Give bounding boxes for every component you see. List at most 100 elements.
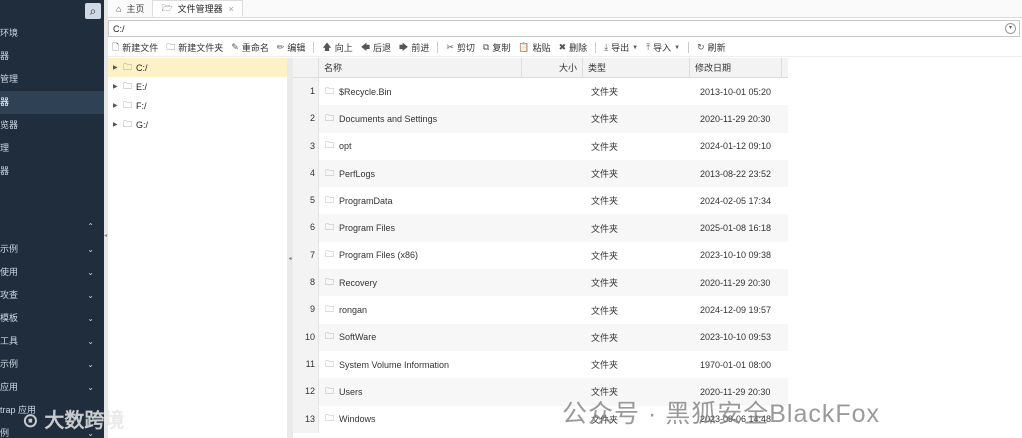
- nav-search-bar: ⌕: [0, 0, 104, 22]
- arrow-up-button[interactable]: 🡅 向上: [322, 40, 352, 56]
- folder-open-icon: 🗁: [161, 2, 173, 13]
- file-date: 2025-01-08 16:18: [700, 223, 772, 234]
- nav-item[interactable]: 器: [0, 45, 104, 68]
- file-name-cell[interactable]: 🗀 Users: [319, 384, 522, 400]
- expand-arrow-icon[interactable]: ▶: [113, 121, 121, 128]
- header-row-number: [293, 58, 319, 78]
- nav-group[interactable]: 模板 ⌄: [0, 307, 104, 330]
- file-name-cell[interactable]: 🗀 $Recycle.Bin: [319, 84, 522, 100]
- expand-arrow-icon[interactable]: ▶: [113, 64, 121, 71]
- nav-group[interactable]: ⌃: [0, 215, 104, 238]
- file-name-cell[interactable]: 🗀 System Volume Information: [319, 357, 522, 373]
- header-size[interactable]: 大小: [522, 58, 583, 78]
- table-row[interactable]: 5 🗀 ProgramData 文件夹 2024-02-05 17:34: [293, 187, 788, 215]
- export-button[interactable]: ⤓ 导出 ▼: [604, 41, 638, 54]
- file-name-cell[interactable]: 🗀 Recovery: [319, 275, 522, 291]
- folder-icon: 🗀: [123, 61, 133, 72]
- tab-label: 主页: [126, 4, 145, 14]
- table-row[interactable]: 6 🗀 Program Files 文件夹 2025-01-08 16:18: [293, 214, 788, 242]
- search-icon[interactable]: ⌕: [85, 3, 101, 19]
- table-row[interactable]: 8 🗀 Recovery 文件夹 2020-11-29 20:30: [293, 269, 788, 297]
- paste-button[interactable]: 📋 粘贴: [518, 41, 550, 54]
- table-row[interactable]: 11 🗀 System Volume Information 文件夹 1970-01-0…: [293, 350, 788, 379]
- chevron-up-icon[interactable]: ⌃: [87, 215, 94, 238]
- folder-icon: 🗀: [123, 118, 133, 129]
- delete-button[interactable]: ✖ 删除: [559, 41, 588, 54]
- nav-item[interactable]: 管理: [0, 68, 104, 91]
- nav-group[interactable]: 示例 ⌄: [0, 353, 104, 376]
- chevron-down-icon[interactable]: ⌄: [87, 261, 94, 284]
- refresh-button[interactable]: ↻ 刷新: [697, 41, 726, 54]
- nav-item[interactable]: 器: [0, 160, 104, 183]
- nav-item[interactable]: 览器: [0, 114, 104, 137]
- table-row[interactable]: 7 🗀 Program Files (x86) 文件夹 2023-10-10 09:38: [293, 241, 788, 270]
- path-value: C:/: [113, 23, 125, 34]
- close-icon[interactable]: ×: [229, 4, 234, 14]
- new-folder-button[interactable]: 🗀 新建文件夹: [166, 40, 223, 56]
- file-name-cell[interactable]: 🗀 Documents and Settings: [319, 111, 522, 127]
- file-name-cell[interactable]: 🗀 ProgramData: [319, 193, 522, 209]
- header-type[interactable]: 类型: [583, 58, 690, 78]
- header-date[interactable]: 修改日期: [690, 58, 782, 78]
- chevron-down-icon[interactable]: ▾: [1005, 23, 1016, 34]
- table-row[interactable]: 10 🗀 SoftWare 文件夹 2023-10-10 09:53: [293, 323, 788, 351]
- new-file-button[interactable]: 🗋 新建文件: [112, 40, 158, 56]
- chevron-down-icon[interactable]: ⌄: [87, 376, 94, 399]
- file-name-cell[interactable]: 🗀 opt: [319, 138, 522, 154]
- caret-down-icon[interactable]: ▼: [632, 45, 638, 51]
- table-row[interactable]: 3 🗀 opt 文件夹 2024-01-12 09:10: [293, 132, 788, 160]
- expand-arrow-icon[interactable]: ▶: [113, 102, 121, 109]
- nav-item[interactable]: 理: [0, 137, 104, 160]
- edit-button[interactable]: ✏ 编辑: [277, 41, 306, 54]
- arrow-right-button[interactable]: 🡆 前进: [399, 40, 429, 56]
- row-number: 8: [293, 269, 319, 297]
- arrow-left-button[interactable]: 🡄 后退: [361, 40, 391, 56]
- nav-group[interactable]: 应用 ⌄: [0, 376, 104, 399]
- tree-node[interactable]: ▶ 🗀 G:/: [108, 115, 287, 134]
- nav-group-label: 工具: [0, 336, 19, 346]
- chevron-down-icon[interactable]: ⌄: [87, 284, 94, 307]
- chevron-down-icon[interactable]: ⌄: [87, 307, 94, 330]
- file-type: 文件夹: [591, 250, 619, 261]
- tab-home[interactable]: ⌂ 主页: [108, 0, 152, 17]
- file-date: 2024-02-05 17:34: [700, 195, 772, 206]
- table-row[interactable]: 1 🗀 $Recycle.Bin 文件夹 2013-10-01 05:20: [293, 78, 788, 106]
- file-name: PerfLogs: [339, 168, 376, 179]
- file-name-cell[interactable]: 🗀 PerfLogs: [319, 166, 522, 182]
- tree-node[interactable]: ▶ 🗀 E:/: [108, 77, 287, 96]
- arrow-up-icon: 🡅: [322, 41, 332, 52]
- file-name-cell[interactable]: 🗀 rongan: [319, 302, 522, 318]
- file-name-cell[interactable]: 🗀 Windows: [319, 411, 522, 427]
- folder-icon: 🗀: [325, 331, 335, 342]
- tree-node[interactable]: ▶ 🗀 F:/: [108, 96, 287, 115]
- chevron-down-icon[interactable]: ⌄: [87, 330, 94, 353]
- import-button[interactable]: ⤒ 导入 ▼: [646, 41, 680, 54]
- expand-arrow-icon[interactable]: ▶: [113, 83, 121, 90]
- cut-button[interactable]: ✂ 剪切: [446, 41, 475, 54]
- file-name-cell[interactable]: 🗀 SoftWare: [319, 329, 522, 345]
- nav-group[interactable]: 攻查 ⌄: [0, 284, 104, 307]
- table-row[interactable]: 2 🗀 Documents and Settings 文件夹 2020-11-29 20…: [293, 105, 788, 133]
- file-name-cell[interactable]: 🗀 Program Files: [319, 220, 522, 236]
- table-row[interactable]: 4 🗀 PerfLogs 文件夹 2013-08-22 23:52: [293, 159, 788, 188]
- copy-button[interactable]: ⧉ 复制: [483, 41, 510, 54]
- chevron-down-icon[interactable]: ⌄: [87, 238, 94, 261]
- rename-icon: ✎: [231, 42, 239, 52]
- file-date: 1970-01-01 08:00: [700, 359, 772, 370]
- caret-down-icon[interactable]: ▼: [674, 45, 680, 51]
- chevron-down-icon[interactable]: ⌄: [87, 353, 94, 376]
- nav-group[interactable]: 工具 ⌄: [0, 330, 104, 353]
- nav-group[interactable]: 示例 ⌄: [0, 238, 104, 261]
- header-name[interactable]: 名称: [319, 58, 522, 78]
- toolbar-label: 编辑: [287, 43, 306, 53]
- rename-button[interactable]: ✎ 重命名: [231, 41, 269, 54]
- tab-file-manager[interactable]: 🗁 文件管理器 ×: [152, 0, 243, 17]
- path-input[interactable]: C:/ ▾: [108, 20, 1020, 37]
- table-row[interactable]: 9 🗀 rongan 文件夹 2024-12-09 19:57: [293, 296, 788, 324]
- file-name-cell[interactable]: 🗀 Program Files (x86): [319, 247, 522, 263]
- nav-group[interactable]: 使用 ⌄: [0, 261, 104, 284]
- tree-node[interactable]: ▶ 🗀 C:/: [108, 58, 287, 77]
- nav-item[interactable]: 器: [0, 91, 104, 114]
- nav-item[interactable]: 环境: [0, 22, 104, 45]
- new-folder-icon: 🗀: [166, 41, 176, 52]
